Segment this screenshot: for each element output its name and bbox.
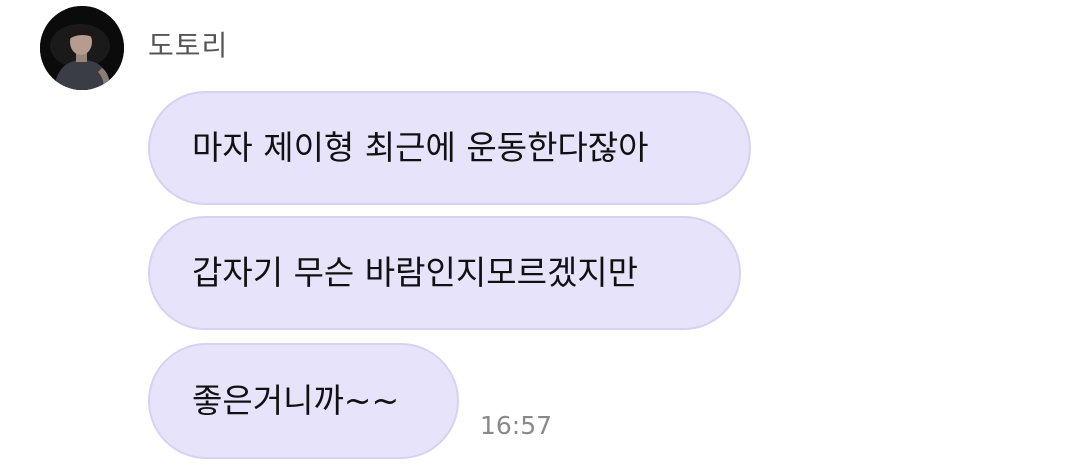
profile-photo-icon <box>40 6 124 90</box>
message-bubble[interactable]: 갑자기 무슨 바람인지모르겠지만 <box>148 216 741 330</box>
message-bubble[interactable]: 좋은거니까~~ <box>148 343 459 459</box>
sender-name: 도토리 <box>148 29 229 62</box>
message-bubble[interactable]: 마자 제이형 최근에 운동한다잖아 <box>148 91 751 205</box>
message-timestamp: 16:57 <box>480 411 553 440</box>
avatar[interactable] <box>40 6 124 90</box>
